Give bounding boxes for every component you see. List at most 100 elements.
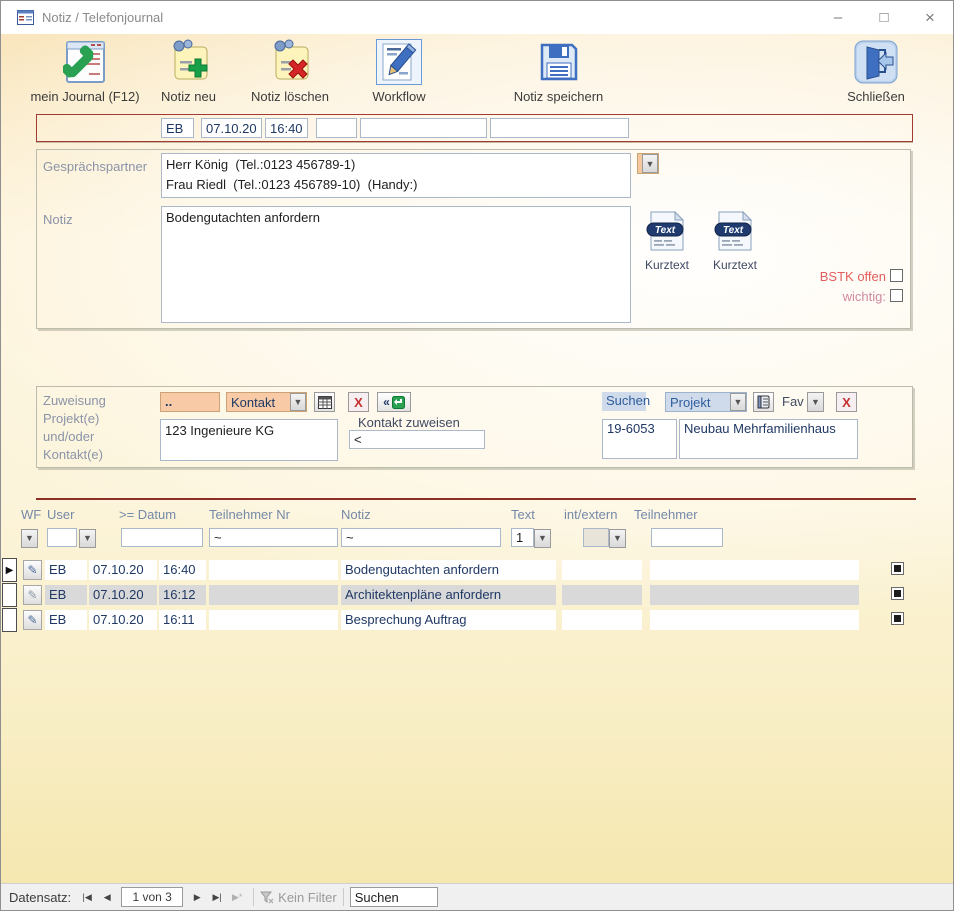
row-checkbox[interactable] xyxy=(891,587,904,600)
edit-pencil-button[interactable]: ✎ xyxy=(23,585,42,605)
row-note-cell[interactable]: Besprechung Auftrag xyxy=(341,610,556,630)
filter-datum-label: >= Datum xyxy=(119,507,176,522)
notiz-loeschen-button[interactable]: Notiz löschen xyxy=(244,39,336,104)
row-teilnehmernr-cell[interactable] xyxy=(209,560,338,580)
row-note-cell[interactable]: Architektenpläne anfordern xyxy=(341,585,556,605)
kurztext-button-2[interactable]: Text Kurztext xyxy=(713,209,757,272)
row-time-cell[interactable]: 16:40 xyxy=(159,560,206,580)
row-note-cell[interactable]: Bodengutachten anfordern xyxy=(341,560,556,580)
row-time-cell[interactable]: 16:12 xyxy=(159,585,206,605)
last-record-button[interactable]: ▶| xyxy=(207,888,227,907)
schliessen-label: Schließen xyxy=(847,89,905,104)
wichtig-checkbox[interactable] xyxy=(890,289,903,302)
statusbar-separator xyxy=(253,888,254,906)
notiz-field[interactable]: Bodengutachten anfordern xyxy=(161,206,631,323)
edit-pencil-button[interactable]: ✎ xyxy=(23,560,42,580)
kontakt-combo[interactable]: Kontakt ▼ xyxy=(226,392,307,412)
row-date-cell[interactable]: 07.10.20 xyxy=(89,560,157,580)
row-checkbox[interactable] xyxy=(891,562,904,575)
filter-user-combo[interactable]: ▼ xyxy=(79,528,96,547)
filter-intextern-combo[interactable]: ▼ xyxy=(609,528,626,547)
row-text-cell[interactable] xyxy=(562,610,642,630)
row-selector[interactable] xyxy=(2,608,17,632)
notiz-speichern-label: Notiz speichern xyxy=(514,89,604,104)
filter-notiz-field[interactable] xyxy=(341,528,501,547)
chevron-down-icon: ▼ xyxy=(730,393,746,411)
minimize-button[interactable]: – xyxy=(815,1,861,34)
row-user-cell[interactable]: EB xyxy=(45,610,87,630)
close-button[interactable]: × xyxy=(907,1,953,34)
kontakt-field[interactable]: 123 Ingenieure KG xyxy=(160,419,338,461)
filter-text-combo[interactable]: ▼ xyxy=(534,528,551,547)
filter-user-label: User xyxy=(47,507,74,522)
row-user-cell[interactable]: EB xyxy=(45,560,87,580)
chevron-down-icon: ▼ xyxy=(642,154,658,173)
filter-wf-combo[interactable]: ▼ xyxy=(21,528,38,547)
projekt-clear-button[interactable]: X xyxy=(836,392,857,412)
zuweisung-label-3: und/oder xyxy=(43,429,94,444)
gespraechspartner-field[interactable]: Herr König (Tel.:0123 456789-1) Frau Rie… xyxy=(161,153,631,198)
kein-filter-label[interactable]: Kein Filter xyxy=(278,890,337,905)
titlebar: Notiz / Telefonjournal – □ × xyxy=(1,1,953,34)
projekt-buch-button[interactable] xyxy=(753,392,774,412)
previous-record-button[interactable]: ◀ xyxy=(97,888,117,907)
record-search-input[interactable] xyxy=(350,887,438,907)
row-teilnehmer-cell[interactable] xyxy=(650,610,859,630)
next-record-button[interactable]: ▶ xyxy=(187,888,207,907)
row-teilnehmernr-cell[interactable] xyxy=(209,585,338,605)
row-teilnehmernr-cell[interactable] xyxy=(209,610,338,630)
row-teilnehmer-cell[interactable] xyxy=(650,560,859,580)
header-empty-field-1[interactable] xyxy=(316,118,357,138)
kurztext-button-1[interactable]: Text Kurztext xyxy=(645,209,689,272)
new-record-button[interactable]: ▶* xyxy=(227,888,247,907)
fav-combo[interactable]: ▼ xyxy=(807,392,824,412)
suchen-label[interactable]: Suchen xyxy=(602,392,646,411)
projekt-name-field[interactable]: Neubau Mehrfamilienhaus xyxy=(679,419,858,459)
filter-teilnehmernr-field[interactable] xyxy=(209,528,338,547)
schliessen-button[interactable]: Schließen xyxy=(841,39,911,104)
record-position[interactable]: 1 von 3 xyxy=(121,887,183,907)
kontakt-filter-field[interactable] xyxy=(349,430,485,449)
kontakt-zuweisen-button[interactable]: « xyxy=(377,392,411,412)
row-text-cell[interactable] xyxy=(562,560,642,580)
maximize-button[interactable]: □ xyxy=(861,1,907,34)
notiz-neu-button[interactable]: Notiz neu xyxy=(151,39,226,104)
notiz-speichern-button[interactable]: Notiz speichern xyxy=(501,39,616,104)
row-date-cell[interactable]: 07.10.20 xyxy=(89,610,157,630)
row-selector[interactable]: ▶ xyxy=(2,558,17,582)
dots-field[interactable]: .. xyxy=(160,392,220,412)
filter-text-field[interactable] xyxy=(511,528,534,547)
row-teilnehmer-cell[interactable] xyxy=(650,585,859,605)
filter-text-label: Text xyxy=(511,507,535,522)
projekt-combo[interactable]: Projekt ▼ xyxy=(665,392,747,412)
first-record-button[interactable]: |◀ xyxy=(77,888,97,907)
row-selector[interactable] xyxy=(2,583,17,607)
mein-journal-button[interactable]: mein Journal (F12) xyxy=(15,39,155,104)
header-user-field[interactable] xyxy=(161,118,194,138)
projekt-nr-field[interactable]: 19-6053 xyxy=(602,419,677,459)
header-empty-field-2[interactable] xyxy=(360,118,487,138)
zuweisung-label-4: Kontakt(e) xyxy=(43,447,103,462)
kontakt-clear-button[interactable]: X xyxy=(348,392,369,412)
workflow-button[interactable]: Workflow xyxy=(367,39,431,104)
filter-user-field[interactable] xyxy=(47,528,77,547)
filter-intextern-field[interactable] xyxy=(583,528,609,547)
row-time-cell[interactable]: 16:11 xyxy=(159,610,206,630)
kontakt-liste-button[interactable] xyxy=(314,392,335,412)
bstk-offen-checkbox[interactable] xyxy=(890,269,903,282)
app-window: Notiz / Telefonjournal – □ × mein Journa… xyxy=(0,0,954,911)
header-empty-field-3[interactable] xyxy=(490,118,629,138)
edit-pencil-button[interactable]: ✎ xyxy=(23,610,42,630)
row-checkbox[interactable] xyxy=(891,612,904,625)
row-user-cell[interactable]: EB xyxy=(45,585,87,605)
gespraechspartner-combo[interactable]: ▼ xyxy=(637,153,659,174)
header-time-field[interactable] xyxy=(265,118,308,138)
header-date-field[interactable] xyxy=(201,118,262,138)
chevron-down-icon: ▼ xyxy=(290,393,306,411)
current-record-arrow-icon: ▶ xyxy=(6,565,14,576)
row-date-cell[interactable]: 07.10.20 xyxy=(89,585,157,605)
filter-teilnehmer-field[interactable] xyxy=(651,528,723,547)
book-icon xyxy=(757,395,771,409)
filter-datum-field[interactable] xyxy=(121,528,203,547)
row-text-cell[interactable] xyxy=(562,585,642,605)
